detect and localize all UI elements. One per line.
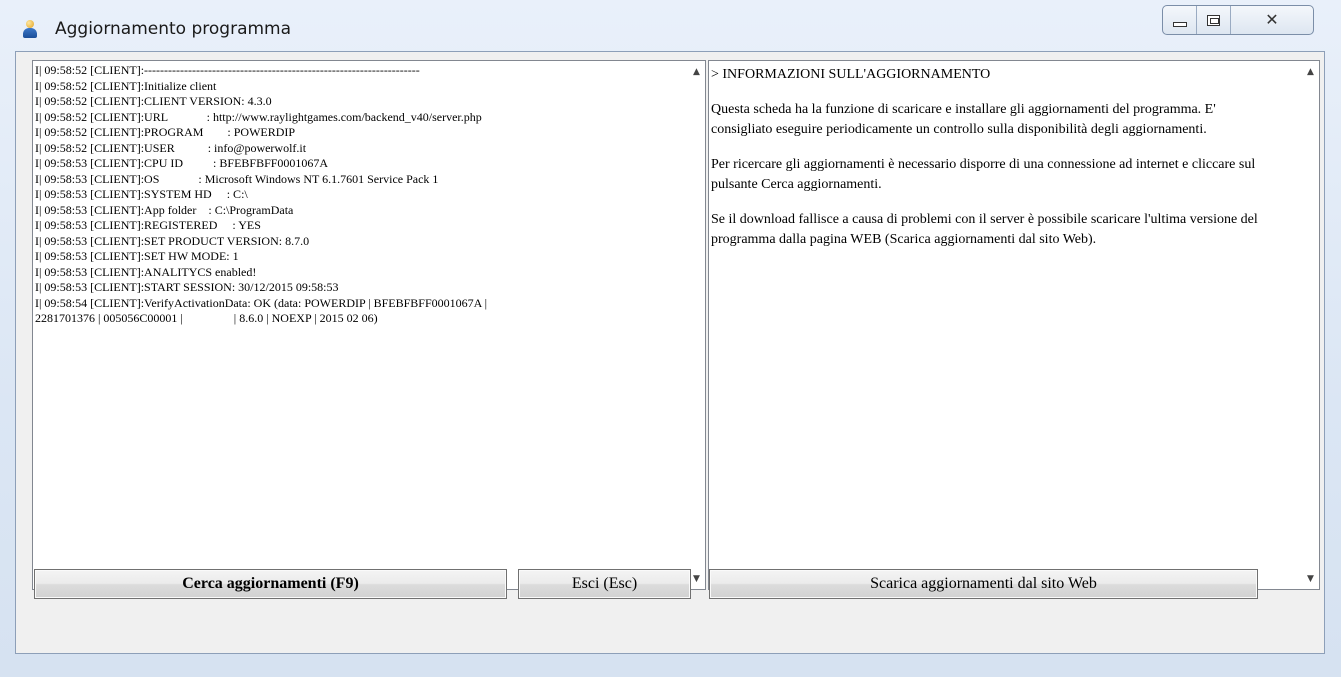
maximize-icon [1207,14,1220,26]
close-button[interactable]: ✕ [1231,6,1313,34]
download-from-web-button[interactable]: Scarica aggiornamenti dal sito Web [709,569,1258,599]
log-line: I| 09:58:52 [CLIENT]:Initialize client [35,78,217,93]
info-content: > INFORMAZIONI SULL'AGGIORNAMENTO Questa… [709,61,1302,589]
close-icon: ✕ [1265,10,1279,29]
log-line: I| 09:58:52 [CLIENT]:URL : http://www.ra… [35,109,482,124]
log-line: I| 09:58:53 [CLIENT]:CPU ID : BFEBFBFF00… [35,156,329,170]
info-heading: > INFORMAZIONI SULL'AGGIORNAMENTO [711,67,991,82]
log-content: I| 09:58:52 [CLIENT]:-------------------… [33,61,688,589]
log-line: I| 09:58:52 [CLIENT]:-------------------… [35,63,420,77]
log-line: I| 09:58:53 [CLIENT]:App folder : C:\Pro… [35,202,294,217]
log-line: I| 09:58:54 [CLIENT]:VerifyActivationDat… [35,295,488,310]
maximize-button[interactable] [1197,6,1231,34]
log-line: I| 09:58:53 [CLIENT]:SET PRODUCT VERSION… [35,233,310,248]
log-line: I| 09:58:52 [CLIENT]:USER : info@powerwo… [35,140,307,155]
log-line: I| 09:58:52 [CLIENT]:PROGRAM : POWERDIP [35,125,296,139]
log-textbox[interactable]: I| 09:58:52 [CLIENT]:-------------------… [32,60,706,590]
log-line: I| 09:58:53 [CLIENT]:SYSTEM HD : C:\ [35,187,248,201]
window-controls: ✕ [1162,5,1314,35]
log-scrollbar[interactable]: ▲ ▼ [688,61,705,589]
scroll-down-arrow-icon[interactable]: ▼ [1302,570,1319,587]
log-line: I| 09:58:53 [CLIENT]:SET HW MODE: 1 [35,249,239,263]
log-line: I| 09:58:52 [CLIENT]:CLIENT VERSION: 4.3… [35,94,272,108]
title-bar[interactable]: Aggiornamento programma ✕ [0,0,1341,48]
scroll-up-arrow-icon[interactable]: ▲ [1302,63,1319,80]
info-paragraph: Se il download fallisce a causa di probl… [711,211,1258,248]
log-line: I| 09:58:53 [CLIENT]:ANALITYCS enabled! [35,264,257,279]
info-paragraph: Per ricercare gli aggiornamenti è necess… [711,156,1256,193]
log-line: I| 09:58:53 [CLIENT]:START SESSION: 30/1… [35,280,339,294]
info-textbox[interactable]: > INFORMAZIONI SULL'AGGIORNAMENTO Questa… [708,60,1320,590]
log-line: 2281701376 | 005056C00001 | | 8.6.0 | NO… [35,311,378,325]
log-line: I| 09:58:53 [CLIENT]:OS : Microsoft Wind… [35,171,439,186]
update-window: Aggiornamento programma ✕ I| 09:58:52 [C… [0,0,1341,677]
exit-button[interactable]: Esci (Esc) [518,569,691,599]
log-line: I| 09:58:53 [CLIENT]:REGISTERED : YES [35,218,261,232]
minimize-button[interactable] [1163,6,1197,34]
user-app-icon [22,20,38,38]
search-updates-button[interactable]: Cerca aggiornamenti (F9) [34,569,507,599]
info-scrollbar[interactable]: ▲ ▼ [1302,61,1319,589]
scroll-up-arrow-icon[interactable]: ▲ [688,63,705,80]
client-area: I| 09:58:52 [CLIENT]:-------------------… [15,51,1325,654]
minimize-icon [1172,21,1187,27]
window-title: Aggiornamento programma [55,19,292,39]
info-paragraph: Questa scheda ha la funzione di scaricar… [711,101,1216,138]
